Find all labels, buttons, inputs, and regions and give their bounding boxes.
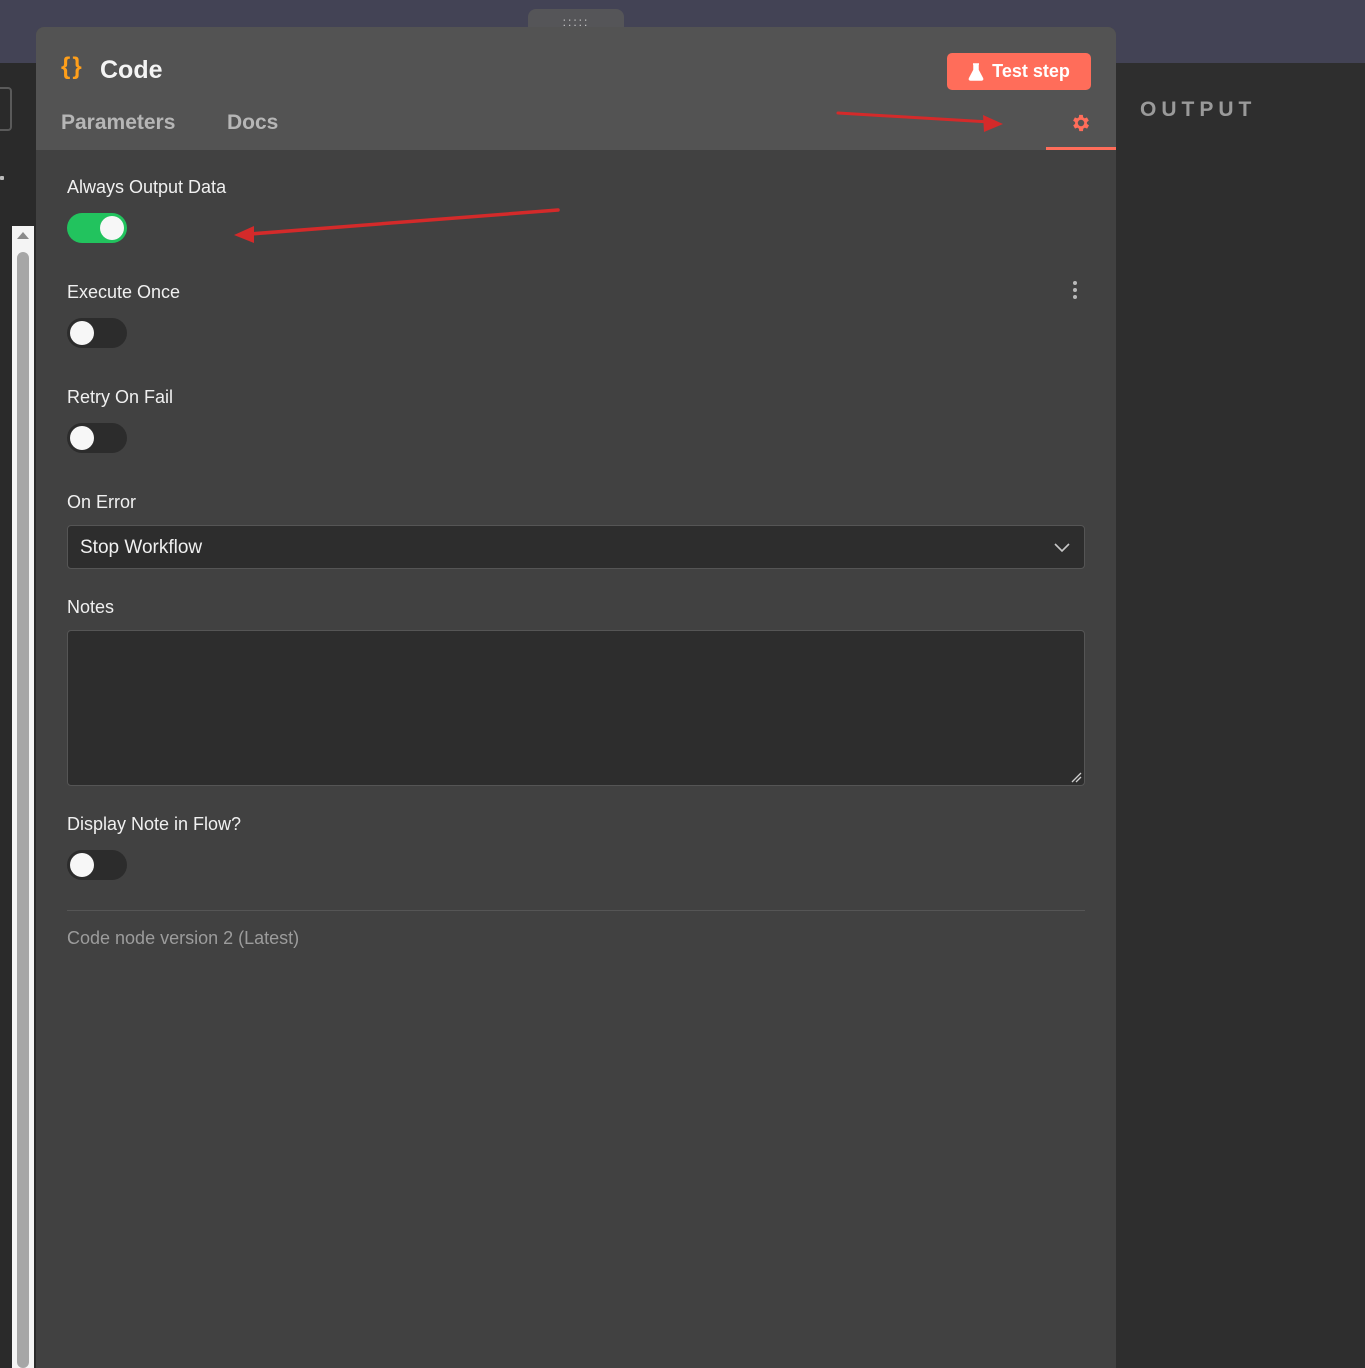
always-output-data-label: Always Output Data — [67, 177, 227, 197]
output-label: OUTPUT — [1140, 98, 1257, 121]
notes-textarea[interactable] — [67, 630, 1085, 786]
scroll-up-arrow-icon[interactable] — [17, 232, 29, 239]
flask-icon — [968, 62, 984, 81]
on-error-label: On Error — [67, 492, 137, 512]
left-edge-marker — [0, 176, 4, 180]
node-version-text: Code node version 2 (Latest) — [67, 928, 300, 948]
tab-docs[interactable]: Docs — [227, 111, 278, 135]
node-title[interactable]: Code — [100, 56, 163, 85]
scrollbar[interactable] — [12, 226, 34, 1368]
code-braces-icon: {} — [61, 53, 84, 80]
resize-grip-icon[interactable] — [1071, 772, 1082, 783]
on-error-select[interactable]: Stop Workflow — [67, 525, 1085, 569]
left-panel-button[interactable] — [0, 87, 12, 131]
execute-once-toggle[interactable] — [67, 318, 127, 348]
chevron-down-icon — [1054, 543, 1070, 553]
tab-settings[interactable] — [1046, 107, 1116, 150]
toggle-knob — [70, 853, 94, 877]
more-options-icon[interactable] — [1072, 281, 1078, 301]
scroll-thumb[interactable] — [17, 252, 29, 1368]
execute-once-label: Execute Once — [67, 282, 181, 302]
display-note-toggle[interactable] — [67, 850, 127, 880]
node-settings-panel: {} Code Test step Parameters Docs Always… — [36, 27, 1116, 1368]
always-output-data-toggle[interactable] — [67, 213, 127, 243]
toggle-knob — [70, 426, 94, 450]
retry-on-fail-toggle[interactable] — [67, 423, 127, 453]
on-error-value: Stop Workflow — [80, 537, 203, 558]
retry-on-fail-label: Retry On Fail — [67, 387, 174, 407]
output-panel — [1115, 63, 1365, 1368]
toggle-knob — [70, 321, 94, 345]
panel-header: {} Code Test step Parameters Docs — [36, 27, 1116, 150]
display-note-label: Display Note in Flow? — [67, 814, 242, 834]
notes-label: Notes — [67, 597, 115, 617]
gear-icon — [1073, 114, 1089, 132]
test-step-button[interactable]: Test step — [947, 53, 1091, 90]
test-step-label: Test step — [992, 61, 1070, 81]
divider — [67, 910, 1085, 911]
tab-parameters[interactable]: Parameters — [61, 111, 175, 135]
toggle-knob — [100, 216, 124, 240]
